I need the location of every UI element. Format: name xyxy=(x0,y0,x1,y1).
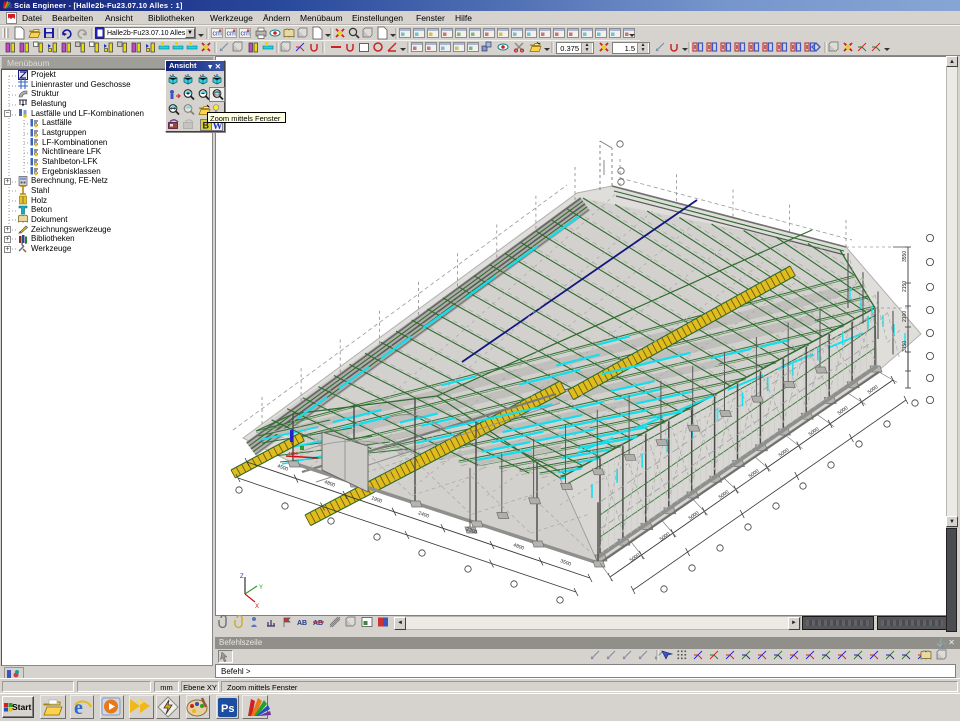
svg-text:5000: 5000 xyxy=(629,552,642,563)
svg-text:e: e xyxy=(74,697,83,719)
svg-text:3150: 3150 xyxy=(902,341,908,352)
svg-text:5000: 5000 xyxy=(718,489,731,500)
svg-text:Ps: Ps xyxy=(221,703,234,715)
svg-text:1900: 1900 xyxy=(370,495,383,505)
svg-text:4800: 4800 xyxy=(323,479,336,489)
svg-text:2100: 2100 xyxy=(902,311,908,322)
svg-text:5000: 5000 xyxy=(688,510,701,521)
svg-text:Z: Z xyxy=(240,574,244,580)
svg-text:4800: 4800 xyxy=(512,542,525,552)
svg-text:5000: 5000 xyxy=(748,468,761,479)
svg-text:2150: 2150 xyxy=(902,281,908,292)
svg-text:5000: 5000 xyxy=(659,531,672,542)
svg-text:5000: 5000 xyxy=(808,426,821,437)
svg-text:4500: 4500 xyxy=(276,463,289,473)
svg-text:2400: 2400 xyxy=(417,510,430,520)
svg-text:Y: Y xyxy=(259,585,263,591)
svg-text:X: X xyxy=(255,604,259,610)
svg-text:4500: 4500 xyxy=(288,451,299,456)
svg-text:2300: 2300 xyxy=(465,526,478,536)
svg-text:5000: 5000 xyxy=(778,447,791,458)
svg-text:3500: 3500 xyxy=(559,558,572,568)
svg-text:3550: 3550 xyxy=(902,251,908,262)
